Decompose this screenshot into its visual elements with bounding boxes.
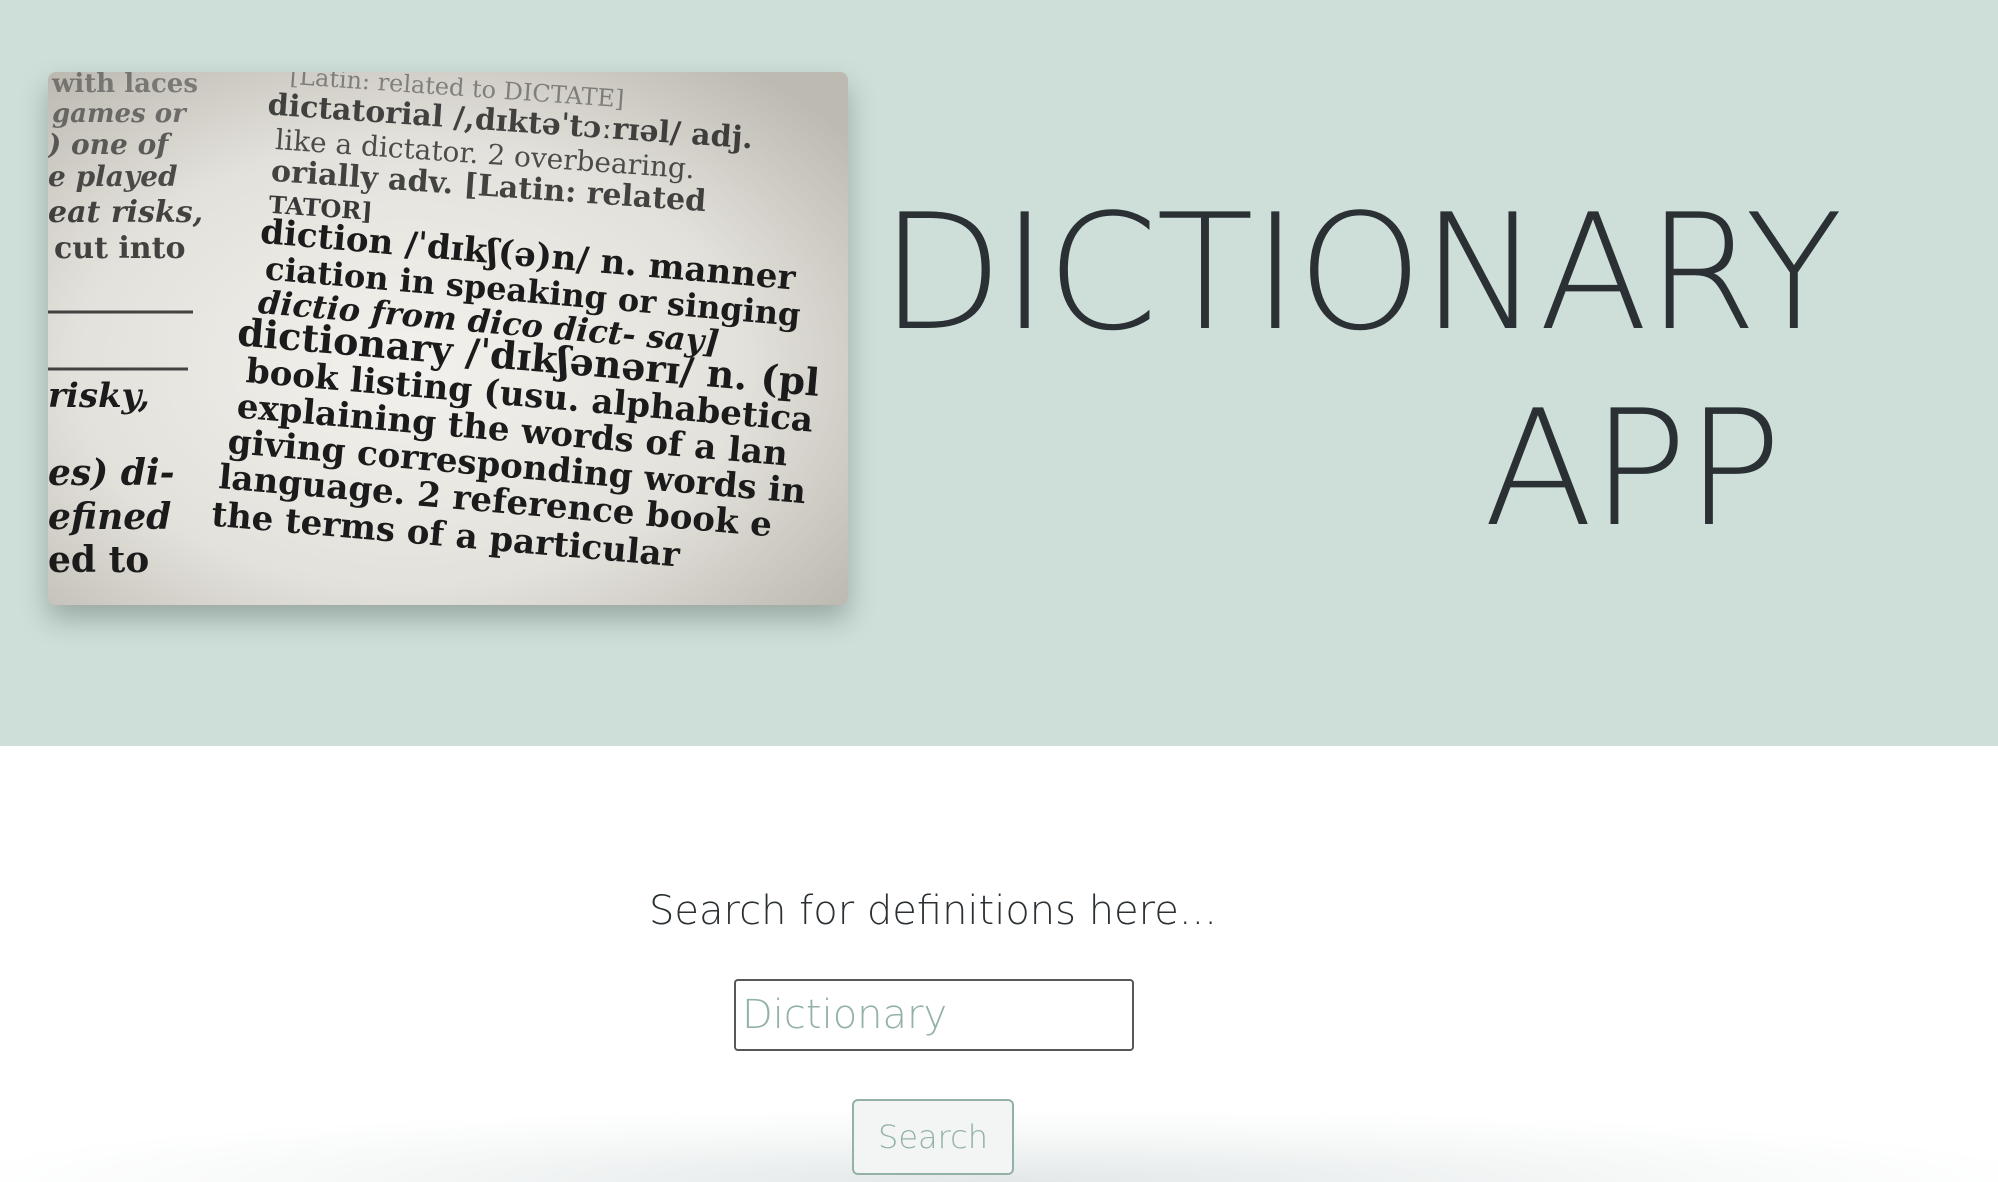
search-section: Search for definitions here... Search xyxy=(0,746,1998,1182)
dictionary-page-image: with laces games or ) one of e played ea… xyxy=(48,72,848,605)
photo-line: eat risks, xyxy=(48,195,203,230)
dictionary-photo: with laces games or ) one of e played ea… xyxy=(48,72,848,605)
photo-line: ed to xyxy=(48,539,149,581)
photo-line: cut into xyxy=(54,231,185,266)
photo-line: ) one of xyxy=(48,128,173,161)
photo-line: with laces xyxy=(51,72,198,99)
photo-line: games or xyxy=(52,99,188,129)
page-title: DICTIONARY APP xyxy=(880,179,1843,562)
photo-line: risky, xyxy=(48,376,150,416)
hero-section: with laces games or ) one of e played ea… xyxy=(0,0,1998,746)
photo-line: es) di- xyxy=(48,452,175,494)
photo-line: e played xyxy=(48,160,178,193)
search-prompt: Search for definitions here... xyxy=(649,888,1217,934)
search-input[interactable] xyxy=(734,979,1134,1051)
photo-line: efined xyxy=(48,496,171,538)
search-button[interactable]: Search xyxy=(852,1099,1014,1175)
